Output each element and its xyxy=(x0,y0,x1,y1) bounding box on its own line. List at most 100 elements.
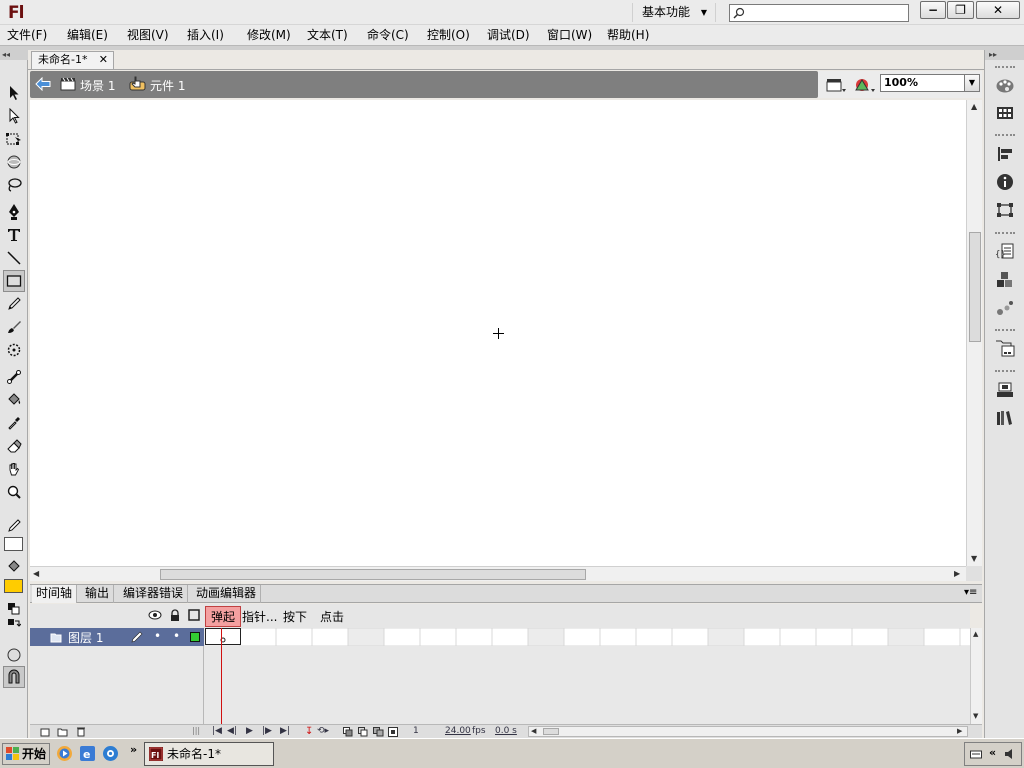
panel-group-grip[interactable] xyxy=(995,370,1015,373)
scroll-right-icon[interactable]: ▶ xyxy=(957,727,962,735)
edit-multiple-frames-icon[interactable] xyxy=(373,727,384,737)
free-transform-tool-icon[interactable] xyxy=(3,128,25,150)
panel-group-grip[interactable] xyxy=(995,134,1015,137)
paint-bucket-tool-icon[interactable] xyxy=(3,389,25,411)
tray-expand-icon[interactable]: « xyxy=(989,746,996,759)
menu-control[interactable]: 控制(O) xyxy=(427,27,470,43)
frame-cell[interactable] xyxy=(275,627,313,647)
frame-cell[interactable] xyxy=(239,627,277,647)
menu-view[interactable]: 视图(V) xyxy=(127,27,169,43)
text-tool-icon[interactable] xyxy=(3,224,25,246)
frame-cell[interactable] xyxy=(455,627,493,647)
rectangle-tool-icon[interactable] xyxy=(3,270,25,292)
frame-cell[interactable] xyxy=(671,627,709,647)
edit-symbols-icon[interactable] xyxy=(853,76,877,94)
splitter-grip[interactable]: ||| xyxy=(192,726,200,735)
tab-timeline[interactable]: 时间轴 xyxy=(32,585,78,603)
frame-cell[interactable] xyxy=(887,627,925,647)
quicklaunch-more-icon[interactable]: » xyxy=(130,743,137,756)
stage-vertical-scrollbar[interactable]: ▲ ▼ xyxy=(966,100,982,566)
show-hide-eye-icon[interactable] xyxy=(148,610,162,620)
scroll-down-icon[interactable]: ▼ xyxy=(973,712,978,720)
go-to-first-frame-icon[interactable]: |◀ xyxy=(212,726,222,736)
frame-cell[interactable] xyxy=(779,627,817,647)
frame-label-up[interactable]: 弹起 xyxy=(205,606,242,627)
frame-cell[interactable] xyxy=(923,627,961,647)
workspace-switcher[interactable]: 基本功能 ▼ xyxy=(632,3,716,22)
line-tool-icon[interactable] xyxy=(3,247,25,269)
panel-menu-icon[interactable]: ▾≡ xyxy=(964,587,977,598)
tab-motion-editor[interactable]: 动画编辑器 xyxy=(192,585,262,603)
bone-tool-icon[interactable] xyxy=(3,366,25,388)
breadcrumb-scene[interactable]: 场景 1 xyxy=(80,77,115,94)
frame-cell[interactable] xyxy=(311,627,349,647)
stage-horizontal-scrollbar[interactable]: ◀ ▶ xyxy=(30,566,966,581)
frame-cell[interactable] xyxy=(815,627,853,647)
frame-label-down[interactable]: 按下 xyxy=(283,608,307,625)
visibility-dot[interactable]: • xyxy=(154,629,161,643)
chevron-down-icon[interactable]: ▼ xyxy=(964,75,979,91)
frame-cell[interactable] xyxy=(347,627,385,647)
panel-group-grip[interactable] xyxy=(995,232,1015,235)
volume-icon[interactable] xyxy=(1003,747,1017,761)
taskbar-window-button[interactable]: Fl 未命名-1* xyxy=(144,742,274,766)
expand-panels-icon[interactable]: ▸▸ xyxy=(985,50,1024,60)
common-libraries-icon[interactable] xyxy=(995,408,1015,428)
frame-cell[interactable] xyxy=(527,627,565,647)
menu-edit[interactable]: 编辑(E) xyxy=(67,27,108,43)
step-forward-icon[interactable]: |▶ xyxy=(262,726,272,736)
layer-row[interactable]: 图层 1 • • xyxy=(30,628,204,646)
tab-compiler-errors[interactable]: 编译器错误 xyxy=(119,585,189,603)
help-search-input[interactable] xyxy=(729,4,909,22)
stage-canvas[interactable] xyxy=(30,100,966,566)
frame-cell[interactable] xyxy=(959,627,997,647)
playhead[interactable] xyxy=(221,628,222,724)
menu-text[interactable]: 文本(T) xyxy=(307,27,348,43)
panel-group-grip[interactable] xyxy=(995,329,1015,332)
library-panel-icon[interactable] xyxy=(995,380,1015,400)
scroll-thumb[interactable] xyxy=(969,232,981,342)
frame-cell[interactable] xyxy=(851,627,889,647)
deco-tool-icon[interactable] xyxy=(3,339,25,361)
stroke-color-icon[interactable] xyxy=(3,515,25,537)
snap-to-objects-icon[interactable] xyxy=(3,666,25,688)
tab-output[interactable]: 输出 xyxy=(81,585,115,603)
info-panel-icon[interactable] xyxy=(995,172,1015,192)
settings-icon[interactable] xyxy=(102,745,119,762)
timeline-horizontal-scrollbar[interactable]: ◀ ▶ xyxy=(528,726,968,737)
lock-icon[interactable] xyxy=(169,609,181,621)
step-back-icon[interactable]: ◀| xyxy=(227,726,237,736)
swap-colors-icon[interactable] xyxy=(3,614,25,636)
delete-layer-icon[interactable] xyxy=(76,726,86,737)
keyframe-cell[interactable] xyxy=(205,628,241,645)
frame-cell[interactable] xyxy=(491,627,529,647)
restore-button[interactable]: ❐ xyxy=(947,1,974,19)
frame-cell[interactable] xyxy=(383,627,421,647)
eyedropper-tool-icon[interactable] xyxy=(3,412,25,434)
frame-cell[interactable] xyxy=(599,627,637,647)
fill-color-icon[interactable] xyxy=(3,556,25,578)
modify-onion-markers-icon[interactable] xyxy=(388,727,398,737)
fill-color-swatch[interactable] xyxy=(4,579,23,593)
components-panel-icon[interactable] xyxy=(995,270,1015,290)
eraser-tool-icon[interactable] xyxy=(3,435,25,457)
frame-cell[interactable] xyxy=(743,627,781,647)
new-folder-icon[interactable] xyxy=(57,727,68,737)
scroll-down-icon[interactable]: ▼ xyxy=(971,554,977,563)
scroll-thumb[interactable] xyxy=(160,569,586,580)
frame-cell[interactable] xyxy=(419,627,457,647)
3d-rotation-tool-icon[interactable] xyxy=(3,151,25,173)
frames-row[interactable] xyxy=(203,627,997,647)
menu-insert[interactable]: 插入(I) xyxy=(187,27,224,43)
motion-presets-panel-icon[interactable] xyxy=(995,298,1015,318)
loop-icon[interactable]: ⟲▸ xyxy=(317,726,329,736)
browser-icon[interactable]: e xyxy=(79,745,96,762)
frame-label-hit[interactable]: 点击 xyxy=(320,608,344,625)
start-button[interactable]: 开始 xyxy=(2,743,50,765)
swatches-panel-icon[interactable] xyxy=(995,103,1015,123)
scroll-up-icon[interactable]: ▲ xyxy=(971,102,977,111)
brush-tool-icon[interactable] xyxy=(3,316,25,338)
go-to-last-frame-icon[interactable]: ▶| xyxy=(280,726,290,736)
lasso-tool-icon[interactable] xyxy=(3,174,25,196)
hand-tool-icon[interactable] xyxy=(3,458,25,480)
